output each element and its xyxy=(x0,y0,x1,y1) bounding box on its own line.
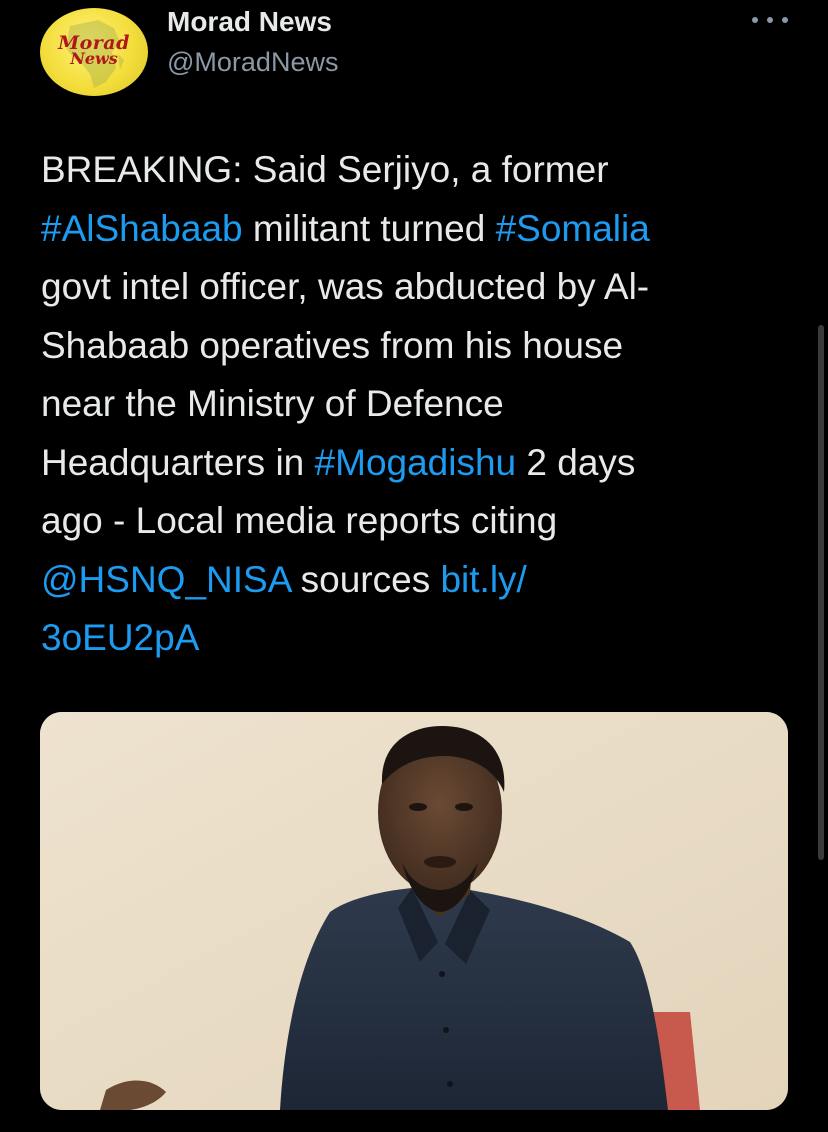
url-link[interactable]: 3oEU2pA xyxy=(41,617,199,658)
tweet-text-segment: ago - Local media reports citing xyxy=(41,500,558,541)
scrollbar[interactable] xyxy=(818,325,824,860)
tweet-text-line: @HSNQ_NISA sources bit.ly/ xyxy=(41,551,791,610)
more-horizontal-icon xyxy=(752,17,758,23)
tweet-text-line: Headquarters in #Mogadishu 2 days xyxy=(41,434,791,493)
tweet-text-segment: Headquarters in xyxy=(41,441,315,483)
more-options-button[interactable] xyxy=(750,8,790,32)
url-link[interactable]: bit.ly/ xyxy=(440,559,526,600)
tweet-text-line: Shabaab operatives from his house xyxy=(41,317,791,376)
tweet-text-line: govt intel officer, was abducted by Al- xyxy=(41,258,791,317)
avatar[interactable]: Morad News xyxy=(40,8,148,96)
tweet-text-line: #AlShabaab militant turned #Somalia xyxy=(41,200,791,259)
tweet-text-segment: sources xyxy=(290,558,441,600)
man-in-dark-shirt-photo xyxy=(40,712,788,1110)
tweet-text-segment: 2 days xyxy=(516,441,636,483)
tweet-text: BREAKING: Said Serjiyo, a former #AlShaba… xyxy=(41,141,791,668)
more-horizontal-icon-dot xyxy=(782,17,788,23)
tweet-text-segment: Shabaab operatives from his house xyxy=(41,324,624,366)
more-horizontal-icon-dot xyxy=(767,17,773,23)
avatar-logo-text-line2: News xyxy=(70,49,118,68)
mention-link[interactable]: @HSNQ_NISA xyxy=(41,559,290,600)
hashtag-link[interactable]: #Somalia xyxy=(496,208,650,249)
tweet-text-line: 3oEU2pA xyxy=(41,609,791,668)
author-handle[interactable]: @MoradNews xyxy=(167,45,338,79)
tweet-text-line: ago - Local media reports citing xyxy=(41,492,791,551)
tweet-text-line: BREAKING: Said Serjiyo, a former xyxy=(41,141,791,200)
tweet-text-segment: militant turned xyxy=(242,207,496,249)
tweet-text-segment: BREAKING: Said Serjiyo, a former xyxy=(41,149,609,190)
hashtag-link[interactable]: #AlShabaab xyxy=(41,208,243,249)
tweet-text-segment: near the Ministry of Defence xyxy=(41,383,504,424)
author-display-name[interactable]: Morad News xyxy=(167,5,332,39)
tweet-text-line: near the Ministry of Defence xyxy=(41,375,791,434)
hashtag-link[interactable]: #Mogadishu xyxy=(315,442,517,483)
tweet-media-photo[interactable] xyxy=(40,712,788,1110)
tweet-text-segment: govt intel officer, was abducted by Al- xyxy=(41,266,650,307)
